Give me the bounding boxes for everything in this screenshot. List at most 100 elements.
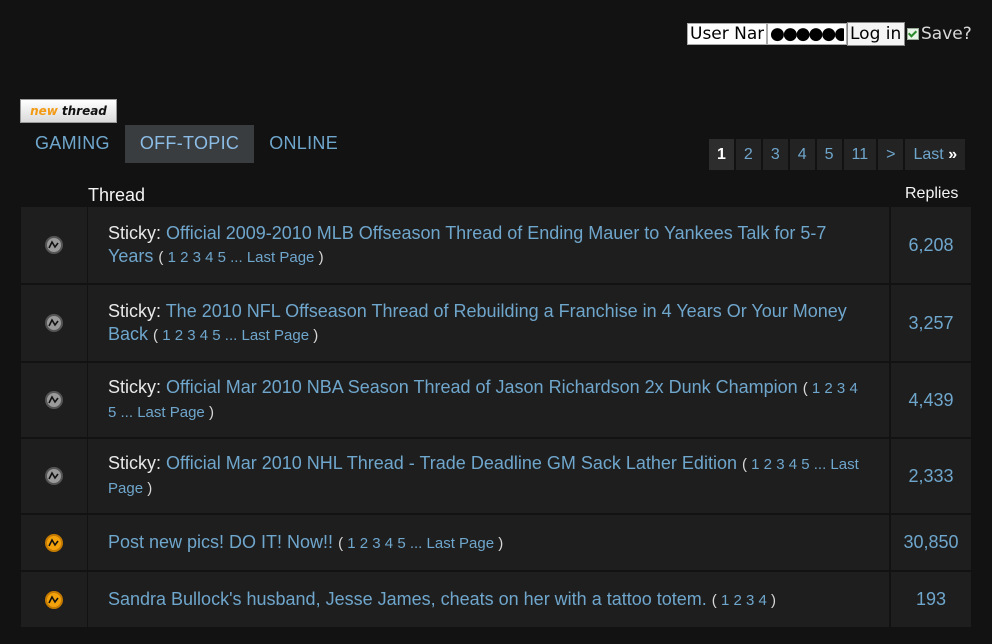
thread-page-link[interactable]: 5 [212, 327, 220, 344]
thread-icon-cell [21, 363, 87, 437]
thread-page-link[interactable]: 1 [721, 592, 729, 609]
thread-page-link[interactable]: 1 [751, 456, 759, 473]
thread-page-link[interactable]: 3 [187, 327, 195, 344]
thread-page-link[interactable]: 3 [837, 380, 845, 397]
thread-page-link[interactable]: 5 [218, 249, 226, 266]
sticky-thread-icon [45, 467, 63, 485]
sticky-thread-icon [45, 314, 63, 332]
column-header-thread: Thread [88, 185, 146, 205]
save-login-label: Save? [921, 24, 972, 44]
hot-thread-icon [45, 590, 63, 609]
thread-title-link[interactable]: Post new pics! DO IT! Now!! [108, 532, 333, 552]
thread-page-link[interactable]: 4 [849, 380, 857, 397]
thread-page-link[interactable]: 4 [789, 456, 797, 473]
tab-gaming[interactable]: GAMING [20, 125, 125, 163]
thread-last-page-link[interactable]: Last Page [247, 249, 315, 266]
thread-page-link[interactable]: 5 [801, 456, 809, 473]
double-chevron-right-icon: » [948, 146, 958, 163]
thread-last-page-link[interactable]: Last Page [137, 404, 205, 421]
thread-icon-cell [21, 285, 87, 361]
thread-page-ellipsis: ... [224, 326, 238, 344]
thread-reply-count[interactable]: 6,208 [891, 207, 971, 283]
thread-page-link[interactable]: 3 [372, 535, 380, 552]
thread-page-link[interactable]: 2 [360, 535, 368, 552]
thread-reply-count[interactable]: 4,439 [891, 363, 971, 437]
thread-icon-cell [21, 439, 87, 513]
thread-page-ellipsis: ... [230, 248, 243, 266]
page-link[interactable]: 2 [735, 139, 761, 170]
thread-page-link[interactable]: 4 [200, 327, 208, 344]
pagination: 1 2 3 4 5 11 > Last » [709, 139, 966, 170]
thread-row: Post new pics! DO IT! Now!! ( 1 2 3 4 5 … [21, 515, 971, 570]
thread-page-link[interactable]: 2 [180, 249, 188, 266]
thread-page-links: ( 1 2 3 4 ) [711, 591, 777, 609]
page-current: 1 [709, 139, 734, 170]
save-login-checkbox[interactable] [907, 28, 919, 40]
column-header-replies: Replies [905, 185, 959, 202]
page-link[interactable]: 3 [762, 139, 788, 170]
sticky-thread-icon [45, 391, 63, 409]
page-next-button[interactable]: > [878, 139, 904, 170]
thread-last-page-link[interactable]: Last Page [427, 535, 495, 552]
thread-page-link[interactable]: 2 [824, 380, 832, 397]
thread-page-links: ( 1 2 3 4 5 ... Last Page ) [153, 326, 319, 344]
page-last-button[interactable]: Last » [905, 139, 966, 170]
thread-title-cell: Sticky: The 2010 NFL Offseason Thread of… [88, 285, 889, 361]
thread-prefix: Sticky: [108, 377, 167, 397]
thread-page-link[interactable]: 2 [175, 327, 183, 344]
thread-reply-count[interactable]: 30,850 [891, 515, 971, 570]
thread-title-link[interactable]: Official Mar 2010 NHL Thread - Trade Dea… [166, 453, 737, 473]
hot-thread-icon [45, 533, 63, 552]
thread-page-link[interactable]: 4 [205, 249, 213, 266]
thread-page-links: ( 1 2 3 4 5 ... Last Page ) [158, 248, 324, 266]
tab-off-topic[interactable]: OFF-TOPIC [124, 125, 255, 163]
thread-row: Sticky: The 2010 NFL Offseason Thread of… [21, 285, 971, 361]
new-thread-button[interactable]: new thread [20, 99, 117, 123]
thread-page-link[interactable]: 3 [776, 456, 784, 473]
page-link[interactable]: 4 [789, 139, 815, 170]
thread-page-link[interactable]: 5 [397, 535, 405, 552]
thread-page-ellipsis: ... [813, 456, 827, 473]
thread-page-link[interactable]: 2 [733, 592, 741, 609]
thread-icon-cell [21, 515, 87, 570]
thread-row: Sandra Bullock's husband, Jesse James, c… [21, 572, 971, 627]
thread-title-cell: Sticky: Official 2009-2010 MLB Offseason… [88, 207, 889, 283]
thread-page-link[interactable]: 3 [746, 592, 754, 609]
thread-reply-count[interactable]: 2,333 [891, 439, 971, 513]
thread-prefix: Sticky: [108, 222, 167, 243]
thread-prefix: Sticky: [108, 300, 166, 321]
thread-page-link[interactable]: 3 [193, 249, 201, 266]
thread-last-page-link[interactable]: Last Page [241, 327, 309, 344]
page-link[interactable]: 11 [843, 139, 877, 170]
new-thread-word-thread: thread [61, 104, 107, 118]
thread-reply-count[interactable]: 193 [891, 572, 971, 627]
thread-page-link[interactable]: 2 [764, 456, 772, 473]
password-field[interactable] [767, 23, 847, 45]
tab-online[interactable]: ONLINE [254, 125, 353, 163]
thread-title-link[interactable]: Official Mar 2010 NBA Season Thread of J… [166, 377, 798, 397]
new-thread-word-new: new [30, 104, 58, 118]
thread-reply-count[interactable]: 3,257 [891, 285, 971, 361]
page-last-label: Last [913, 146, 944, 163]
thread-icon-cell [21, 572, 87, 627]
thread-page-link[interactable]: 1 [812, 380, 820, 397]
thread-page-link[interactable]: 5 [108, 404, 116, 421]
thread-list: Sticky: Official 2009-2010 MLB Offseason… [21, 207, 971, 629]
thread-page-link[interactable]: 4 [759, 592, 767, 609]
thread-icon-cell [21, 207, 87, 283]
forum-tabs: GAMING OFF-TOPIC ONLINE [20, 125, 353, 163]
thread-page-link[interactable]: 1 [168, 249, 176, 266]
thread-page-link[interactable]: 1 [162, 327, 170, 344]
thread-title-cell: Sticky: Official Mar 2010 NBA Season Thr… [88, 363, 889, 437]
thread-title-link[interactable]: Sandra Bullock's husband, Jesse James, c… [108, 589, 707, 609]
login-bar: Log in Save? [687, 22, 972, 46]
thread-row: Sticky: Official Mar 2010 NHL Thread - T… [21, 439, 971, 513]
username-field[interactable] [687, 23, 767, 45]
thread-page-link[interactable]: 4 [385, 535, 393, 552]
thread-prefix: Sticky: [108, 453, 167, 473]
thread-row: Sticky: Official 2009-2010 MLB Offseason… [21, 207, 971, 283]
login-button[interactable]: Log in [847, 22, 905, 46]
thread-page-links: ( 1 2 3 4 5 ... Last Page ) [338, 534, 504, 552]
thread-page-link[interactable]: 1 [347, 535, 355, 552]
page-link[interactable]: 5 [816, 139, 842, 170]
